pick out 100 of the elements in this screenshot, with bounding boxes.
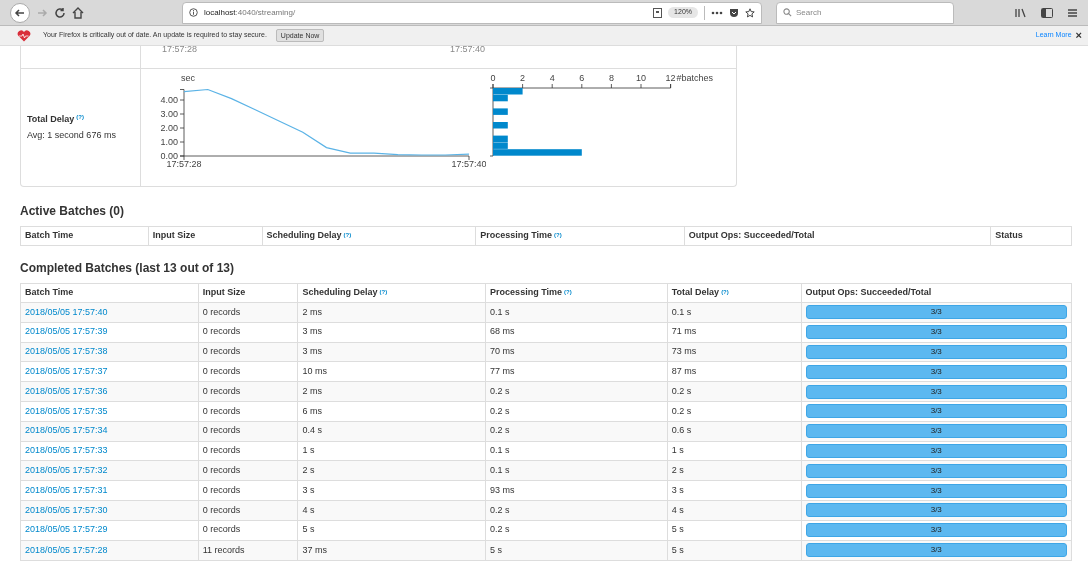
- search-icon: [783, 8, 792, 17]
- table-cell: 87 ms: [671, 365, 697, 379]
- progress-label: 3/3: [929, 365, 943, 378]
- table-cell: 73 ms: [671, 345, 697, 359]
- batch-link[interactable]: 2018/05/05 17:57:37: [25, 365, 108, 379]
- column-header: Batch Time: [25, 229, 74, 243]
- table-cell: 3 ms: [302, 325, 322, 339]
- table-cell-text: 4 s: [671, 503, 684, 517]
- table-cell-text: 0 records: [202, 384, 241, 398]
- back-button[interactable]: [10, 2, 30, 23]
- column-header: Scheduling Delay: [302, 286, 378, 300]
- search-field[interactable]: Search: [776, 1, 954, 24]
- table-cell: 5 s: [302, 523, 315, 537]
- axis-label: 17:57:28: [162, 46, 198, 56]
- progress-label: 3/3: [929, 425, 943, 438]
- tick-label: 3.00: [160, 109, 178, 119]
- sidebar-icon[interactable]: [1041, 7, 1053, 18]
- table-cell: 0 records: [202, 424, 241, 438]
- menu-icon[interactable]: [1067, 7, 1078, 18]
- batch-link[interactable]: 2018/05/05 17:57:31: [25, 483, 108, 498]
- axis-label: 17:57:40: [450, 46, 486, 56]
- progress-label: 3/3: [929, 444, 943, 457]
- axis-title: sec: [181, 73, 195, 83]
- progress-label: 3/3: [929, 346, 943, 358]
- table-cell-text: 3 s: [671, 483, 684, 497]
- batch-link[interactable]: 2018/05/05 17:57:28: [25, 543, 108, 558]
- table-cell: 77 ms: [490, 365, 515, 379]
- table-cell-text: 0.2 s: [490, 384, 510, 398]
- table-cell: 1 s: [671, 444, 684, 458]
- batch-link[interactable]: 2018/05/05 17:57:40: [25, 305, 108, 320]
- table-cell-text: 2 ms: [302, 305, 322, 319]
- progress-label: 3/3: [929, 326, 943, 339]
- table-cell-text: 0.2 s: [490, 503, 510, 517]
- batch-link[interactable]: 2018/05/05 17:57:30: [25, 503, 108, 518]
- table-cell-text: 0 records: [202, 464, 241, 477]
- url-text: localhost:4040/streaming/: [204, 6, 296, 19]
- column-header: Input Size: [202, 286, 246, 300]
- table-cell: 71 ms: [671, 325, 697, 339]
- tick-label: 4.00: [160, 95, 178, 105]
- batch-link[interactable]: 2018/05/05 17:57:32: [25, 464, 108, 478]
- table-cell: 0.6 s: [671, 424, 692, 438]
- progress-label: 3/3: [929, 306, 943, 319]
- reload-icon[interactable]: [54, 6, 66, 19]
- home-icon[interactable]: [72, 6, 84, 19]
- table-cell: 70 ms: [490, 345, 515, 359]
- table-cell-text: 5 s: [671, 543, 684, 557]
- table-cell: 0.2 s: [490, 523, 510, 537]
- batch-link[interactable]: 2018/05/05 17:57:34: [25, 424, 108, 438]
- reader-view-icon[interactable]: [653, 7, 663, 18]
- table-cell: 3 ms: [302, 345, 322, 359]
- back-arrow-icon: [14, 6, 26, 19]
- table-cell: 10 ms: [302, 365, 327, 379]
- table-cell-text: 2 s: [302, 464, 315, 477]
- close-button[interactable]: ×: [1075, 30, 1082, 41]
- column-header: Batch Time: [25, 286, 74, 300]
- average-text: Avg: 1 second 676 ms: [27, 128, 117, 142]
- table-cell: 0 records: [202, 345, 241, 359]
- more-icon[interactable]: [711, 10, 723, 15]
- tick-label: 1.00: [160, 137, 178, 147]
- tick-label: 0.00: [160, 151, 178, 161]
- star-icon[interactable]: [745, 7, 755, 18]
- column-header: Input Size: [152, 229, 196, 243]
- batch-link[interactable]: 2018/05/05 17:57:39: [25, 325, 108, 339]
- table-cell-text: 11 records: [202, 543, 245, 557]
- column-header: Output Ops: Succeeded/Total: [805, 286, 932, 300]
- table-cell-text: 2 s: [671, 464, 684, 477]
- table-cell-text: 0 records: [202, 404, 241, 418]
- y-axis: [489, 87, 494, 157]
- progress-label: 3/3: [929, 484, 943, 497]
- progress-label: 3/3: [929, 464, 943, 477]
- table-cell-text: 37 ms: [302, 543, 327, 557]
- column-header: Status: [995, 229, 1023, 243]
- batch-link[interactable]: 2018/05/05 17:57:38: [25, 345, 108, 359]
- batch-link[interactable]: 2018/05/05 17:57:33: [25, 444, 108, 458]
- table-cell-text: 0.1 s: [490, 464, 510, 477]
- tick-label: 2.00: [160, 123, 178, 133]
- batch-link[interactable]: 2018/05/05 17:57:29: [25, 523, 108, 537]
- table-cell-text: 0.2 s: [671, 384, 692, 398]
- heart-icon: [17, 29, 31, 42]
- table-cell: 0.1 s: [490, 444, 510, 458]
- tick-label: 4: [549, 73, 555, 83]
- table-cell-text: 6 ms: [302, 404, 322, 418]
- metric-label: Total Delay: [27, 113, 75, 126]
- table-cell: 0 records: [202, 523, 241, 537]
- info-icon[interactable]: [189, 8, 198, 17]
- pocket-icon[interactable]: [729, 7, 739, 18]
- batch-link[interactable]: 2018/05/05 17:57:36: [25, 384, 108, 399]
- library-icon[interactable]: [1015, 7, 1027, 18]
- batch-link[interactable]: 2018/05/05 17:57:35: [25, 404, 108, 419]
- table-cell-text: 5 s: [490, 543, 503, 557]
- column-header: Processing Time: [490, 286, 562, 300]
- tick-label: 17:57:40: [451, 159, 486, 169]
- table-cell-text: 0.2 s: [490, 404, 510, 418]
- table-cell: 0.4 s: [302, 424, 322, 438]
- tick-label: 2: [520, 73, 526, 83]
- table-cell-text: 0.1 s: [490, 305, 510, 319]
- table-cell-text: 4 s: [302, 503, 315, 517]
- table-cell-text: 93 ms: [490, 483, 515, 497]
- table-cell: 5 s: [671, 523, 684, 537]
- progress-label: 3/3: [929, 405, 943, 418]
